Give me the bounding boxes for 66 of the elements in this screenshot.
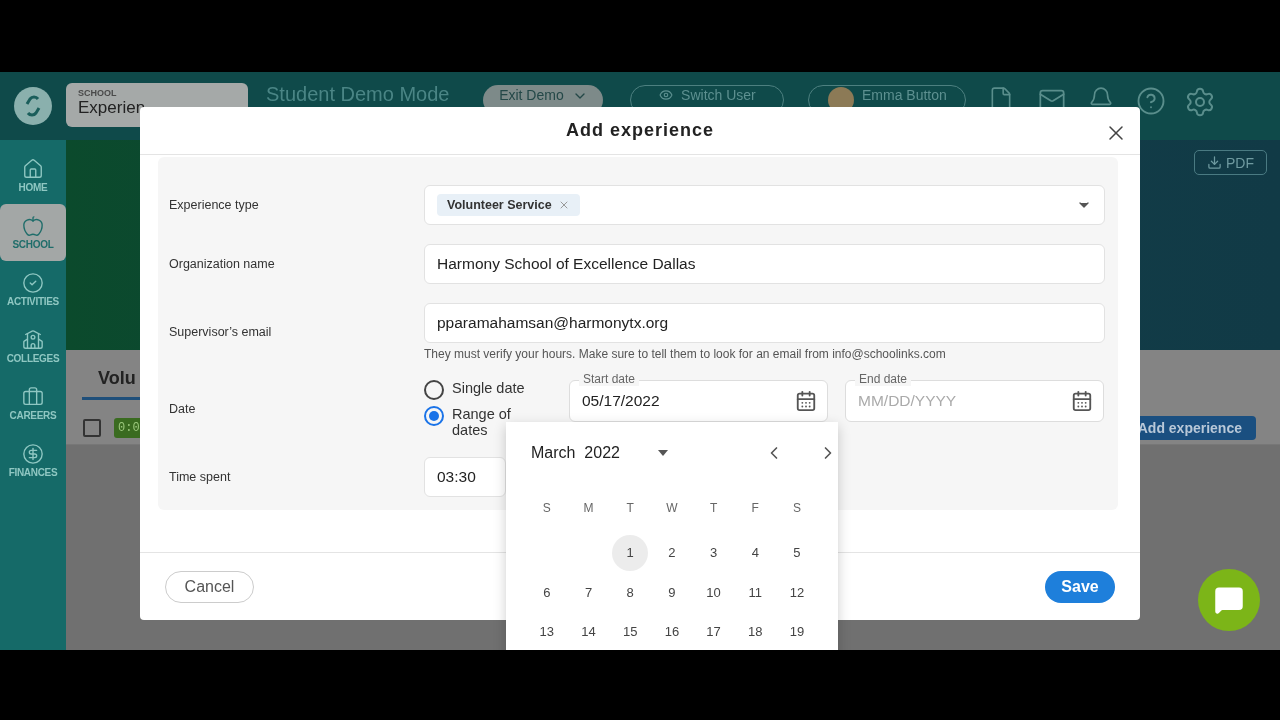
helper-text: They must verify your hours. Make sure to tell them to look for an email from info@schoolinks.com [424, 347, 947, 361]
weekday-label: T [626, 501, 634, 515]
cancel-button[interactable]: Cancel [165, 570, 254, 603]
weekday-label: S [792, 501, 801, 515]
calendar-day[interactable]: 15 [612, 613, 649, 650]
text-field[interactable]: pparamahamsan@harmonytx.org [424, 303, 1105, 343]
briefcase-icon [22, 386, 44, 408]
calendar-day[interactable]: 2 [653, 534, 690, 571]
field-label: End date [855, 372, 912, 386]
calendar-day[interactable]: 8 [612, 574, 649, 611]
calendar-day[interactable]: 10 [695, 574, 732, 611]
chat-icon [1214, 585, 1244, 615]
month-dropdown-caret[interactable] [657, 450, 668, 456]
switcher-value: Experien [78, 98, 146, 118]
calendar-day[interactable]: 7 [570, 574, 607, 611]
weekday-label: T [709, 501, 718, 515]
calendar-icon[interactable] [1071, 390, 1093, 412]
calendar-day[interactable]: 13 [528, 613, 565, 650]
help-icon[interactable] [1136, 86, 1167, 116]
calendar-day[interactable]: 18 [737, 613, 774, 650]
calendar-icon[interactable] [795, 390, 817, 412]
radio-button[interactable] [424, 380, 444, 400]
home-icon [22, 158, 44, 180]
apple-icon [22, 215, 44, 237]
radio-button[interactable] [424, 406, 444, 426]
logo[interactable] [14, 87, 52, 125]
calendar-day[interactable]: 16 [653, 613, 690, 650]
selected-chip: Volunteer Service [437, 194, 580, 216]
calendar-day[interactable]: 5 [778, 534, 815, 571]
dialog-title: Add experience [565, 120, 715, 141]
radio-label: Single date [452, 380, 526, 396]
weekday-label: F [751, 501, 759, 515]
calendar-day[interactable]: 11 [737, 574, 774, 611]
eye-icon [659, 88, 674, 102]
month-label: March 2022 [531, 444, 620, 462]
switcher-label: SCHOOL [78, 88, 117, 98]
radio-label: Range of dates [452, 406, 512, 438]
calendar-day[interactable]: 1 [612, 534, 649, 571]
experience-type-select[interactable]: Volunteer Service [424, 185, 1105, 225]
calendar-day[interactable]: 17 [695, 613, 732, 650]
field-label: Start date [579, 372, 640, 386]
field-label: Date [169, 402, 197, 416]
calendar-day[interactable]: 12 [778, 574, 815, 611]
mode-title: Student Demo Mode [266, 84, 450, 104]
weekday-label: S [542, 501, 551, 515]
dollar-icon [22, 443, 44, 465]
time-field[interactable]: 03:30 [424, 457, 506, 497]
checkbox[interactable] [83, 419, 101, 437]
calendar-day[interactable]: 6 [528, 574, 565, 611]
pdf-button[interactable]: PDF [1194, 150, 1267, 175]
field-label: Supervisor’s email [169, 325, 273, 339]
calendar-day[interactable]: 9 [653, 574, 690, 611]
download-icon [1207, 155, 1222, 170]
calendar-day[interactable]: 19 [778, 613, 815, 650]
weekday-label: M [583, 501, 594, 515]
check-circle-icon [22, 272, 44, 294]
field-label: Experience type [169, 198, 260, 212]
save-button[interactable]: Save [1045, 570, 1115, 603]
text-field[interactable]: Harmony School of Excellence Dallas [424, 244, 1105, 284]
calendar-day[interactable]: 4 [737, 534, 774, 571]
weekday-label: W [666, 501, 678, 515]
calendar-day[interactable]: 14 [570, 613, 607, 650]
building-icon [22, 329, 44, 351]
calendar-day[interactable]: 3 [695, 534, 732, 571]
field-label: Organization name [169, 257, 276, 271]
field-label: Time spent [169, 470, 232, 484]
